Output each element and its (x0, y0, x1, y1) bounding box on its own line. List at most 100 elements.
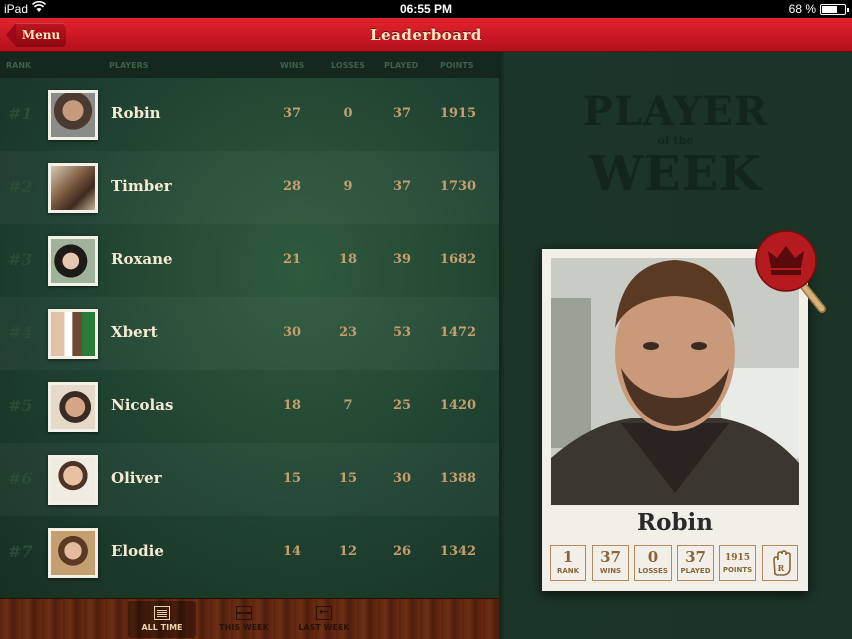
leaderboard-row[interactable]: #3 Roxane 21 18 39 1682 (0, 224, 499, 297)
rank-number: #4 (8, 323, 33, 342)
stat-losses-value: 0 (647, 548, 659, 566)
battery-icon (820, 4, 849, 15)
status-bar: iPad 06:55 PM 68 % (0, 0, 852, 18)
stat-played-label: PLAYED (680, 567, 711, 575)
all-time-label: ALL TIME (141, 623, 183, 632)
leaderboard-panel: RANK PLAYERS WINS LOSSES PLAYED POINTS #… (0, 52, 499, 598)
last-week-button[interactable]: LAST WEEK (290, 601, 358, 638)
period-toolbar: ALL TIME THIS WEEK LAST WEEK (0, 598, 499, 639)
losses-value: 23 (338, 325, 358, 340)
rank-number: #7 (8, 542, 33, 561)
losses-value: 7 (343, 398, 353, 413)
avatar (48, 528, 98, 578)
avatar (48, 90, 98, 140)
list-icon (154, 606, 170, 620)
page-title: Leaderboard (370, 26, 482, 44)
stat-losses-label: LOSSES (638, 567, 668, 575)
last-week-label: LAST WEEK (298, 623, 350, 632)
stat-rank-value: 1 (562, 548, 574, 566)
avatar (48, 309, 98, 359)
back-icon (316, 605, 332, 620)
col-players: PLAYERS (109, 61, 149, 70)
avatar (48, 382, 98, 432)
leaderboard-row[interactable]: #4 Xbert 30 23 53 1472 (0, 297, 499, 370)
points-value: 1915 (439, 106, 477, 121)
wins-value: 15 (282, 471, 302, 486)
stat-losses: 0 LOSSES (634, 545, 672, 581)
player-of-week-name: Robin (637, 509, 713, 536)
stat-rank: 1 RANK (550, 545, 586, 581)
potw-heading-week: WEEK (589, 146, 762, 202)
clock: 06:55 PM (399, 2, 453, 16)
col-points: POINTS (440, 61, 474, 70)
player-name: Roxane (111, 250, 173, 268)
col-played: PLAYED (384, 61, 419, 70)
points-value: 1730 (439, 179, 477, 194)
avatar (48, 163, 98, 213)
nav-bar: Menu Leaderboard (0, 18, 852, 52)
col-wins: WINS (280, 61, 305, 70)
player-name: Robin (111, 104, 161, 122)
rank-number: #3 (8, 250, 33, 269)
stat-wins-value: 37 (600, 548, 621, 566)
svg-text:R: R (778, 563, 785, 573)
avatar (48, 236, 98, 286)
losses-value: 12 (338, 544, 358, 559)
player-name: Xbert (111, 323, 158, 341)
stat-points-label: POINTS (722, 566, 753, 574)
played-value: 53 (392, 325, 412, 340)
played-value: 39 (392, 252, 412, 267)
rank-number: #6 (8, 469, 33, 488)
wins-value: 14 (282, 544, 302, 559)
player-name: Nicolas (111, 396, 174, 414)
played-value: 30 (392, 471, 412, 486)
wins-value: 30 (282, 325, 302, 340)
losses-value: 9 (343, 179, 353, 194)
player-of-week-panel: PLAYER of the WEEK Robin 1 RANK 37 WINS … (499, 52, 852, 639)
played-value: 25 (392, 398, 412, 413)
points-value: 1682 (439, 252, 477, 267)
points-value: 1388 (439, 471, 477, 486)
stat-played-value: 37 (685, 548, 706, 566)
calendar-icon (236, 606, 252, 620)
points-value: 1342 (439, 544, 477, 559)
played-value: 26 (392, 544, 412, 559)
leaderboard-row[interactable]: #5 Nicolas 18 7 25 1420 (0, 370, 499, 443)
col-losses: LOSSES (331, 61, 366, 70)
this-week-label: THIS WEEK (219, 623, 269, 632)
leaderboard-row[interactable]: #2 Timber 28 9 37 1730 (0, 151, 499, 224)
potw-heading-player: PLAYER (582, 88, 769, 135)
avatar (48, 455, 98, 505)
losses-value: 15 (338, 471, 358, 486)
battery-fill (822, 6, 837, 13)
rank-number: #5 (8, 396, 33, 415)
player-name: Timber (111, 177, 172, 195)
stat-wins-label: WINS (599, 567, 622, 575)
leaderboard-row[interactable]: #7 Elodie 14 12 26 1342 (0, 516, 499, 589)
player-name: Oliver (111, 469, 162, 487)
points-value: 1420 (439, 398, 477, 413)
losses-value: 18 (338, 252, 358, 267)
stat-points: 1915 POINTS (719, 545, 756, 581)
played-value: 37 (392, 106, 412, 121)
wins-value: 18 (282, 398, 302, 413)
wins-value: 37 (282, 106, 302, 121)
losses-value: 0 (343, 106, 353, 121)
played-value: 37 (392, 179, 412, 194)
battery-percent: 68 % (788, 2, 816, 16)
wins-value: 28 (282, 179, 302, 194)
points-value: 1472 (439, 325, 477, 340)
hand-icon[interactable]: R (762, 545, 798, 581)
all-time-button[interactable]: ALL TIME (128, 601, 196, 638)
col-rank: RANK (6, 61, 32, 70)
this-week-button[interactable]: THIS WEEK (210, 601, 278, 638)
player-name: Elodie (111, 542, 164, 560)
crown-paddle-icon (752, 227, 832, 323)
rank-number: #2 (8, 177, 33, 196)
leaderboard-row[interactable]: #1 Robin 37 0 37 1915 (0, 78, 499, 151)
column-headers: RANK PLAYERS WINS LOSSES PLAYED POINTS (0, 52, 499, 78)
leaderboard-row[interactable]: #6 Oliver 15 15 30 1388 (0, 443, 499, 516)
rank-number: #1 (8, 104, 33, 123)
stat-wins: 37 WINS (592, 545, 629, 581)
stat-rank-label: RANK (556, 567, 580, 575)
